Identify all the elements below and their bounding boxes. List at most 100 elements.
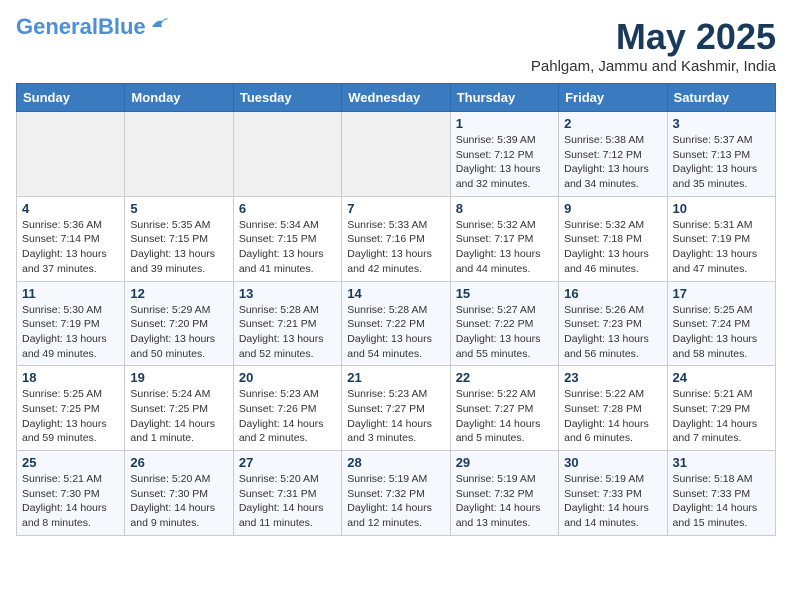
calendar-day-cell xyxy=(342,112,450,197)
day-info: Sunrise: 5:21 AM Sunset: 7:30 PM Dayligh… xyxy=(22,472,119,531)
day-info: Sunrise: 5:31 AM Sunset: 7:19 PM Dayligh… xyxy=(673,218,770,277)
day-number: 27 xyxy=(239,455,336,470)
day-info: Sunrise: 5:27 AM Sunset: 7:22 PM Dayligh… xyxy=(456,303,553,362)
day-number: 3 xyxy=(673,116,770,131)
calendar-day-cell: 25 Sunrise: 5:21 AM Sunset: 7:30 PM Dayli… xyxy=(17,451,125,536)
day-number: 16 xyxy=(564,286,661,301)
day-info: Sunrise: 5:30 AM Sunset: 7:19 PM Dayligh… xyxy=(22,303,119,362)
day-number: 22 xyxy=(456,370,553,385)
day-number: 15 xyxy=(456,286,553,301)
day-info: Sunrise: 5:19 AM Sunset: 7:32 PM Dayligh… xyxy=(347,472,444,531)
calendar-day-cell: 9Sunrise: 5:32 AM Sunset: 7:18 PM Daylig… xyxy=(559,196,667,281)
calendar-table: SundayMondayTuesdayWednesdayThursdayFrid… xyxy=(16,83,776,536)
weekday-header-tuesday: Tuesday xyxy=(233,84,341,112)
page-header: GeneralBlue May 2025 Pahlgam, Jammu and … xyxy=(16,16,776,75)
logo-text: GeneralBlue xyxy=(16,16,146,38)
calendar-week-row: 4Sunrise: 5:36 AM Sunset: 7:14 PM Daylig… xyxy=(17,196,776,281)
calendar-day-cell: 12 Sunrise: 5:29 AM Sunset: 7:20 PM Dayli… xyxy=(125,281,233,366)
calendar-day-cell: 8 Sunrise: 5:32 AM Sunset: 7:17 PM Daylig… xyxy=(450,196,558,281)
day-number: 12 xyxy=(130,286,227,301)
calendar-day-cell: 21Sunrise: 5:23 AM Sunset: 7:27 PM Dayli… xyxy=(342,366,450,451)
logo-bird-icon xyxy=(148,13,170,35)
calendar-week-row: 18 Sunrise: 5:25 AM Sunset: 7:25 PM Dayli… xyxy=(17,366,776,451)
day-info: Sunrise: 5:18 AM Sunset: 7:33 PM Dayligh… xyxy=(673,472,770,531)
day-info: Sunrise: 5:39 AM Sunset: 7:12 PM Dayligh… xyxy=(456,133,553,192)
calendar-day-cell: 22 Sunrise: 5:22 AM Sunset: 7:27 PM Dayli… xyxy=(450,366,558,451)
weekday-header-saturday: Saturday xyxy=(667,84,775,112)
day-info: Sunrise: 5:34 AM Sunset: 7:15 PM Dayligh… xyxy=(239,218,336,277)
calendar-week-row: 1Sunrise: 5:39 AM Sunset: 7:12 PM Daylig… xyxy=(17,112,776,197)
calendar-day-cell: 6 Sunrise: 5:34 AM Sunset: 7:15 PM Daylig… xyxy=(233,196,341,281)
day-info: Sunrise: 5:24 AM Sunset: 7:25 PM Dayligh… xyxy=(130,387,227,446)
day-number: 24 xyxy=(673,370,770,385)
calendar-day-cell xyxy=(233,112,341,197)
location: Pahlgam, Jammu and Kashmir, India xyxy=(531,58,776,75)
calendar-day-cell xyxy=(17,112,125,197)
day-info: Sunrise: 5:35 AM Sunset: 7:15 PM Dayligh… xyxy=(130,218,227,277)
day-number: 17 xyxy=(673,286,770,301)
calendar-day-cell: 20Sunrise: 5:23 AM Sunset: 7:26 PM Dayli… xyxy=(233,366,341,451)
day-info: Sunrise: 5:38 AM Sunset: 7:12 PM Dayligh… xyxy=(564,133,661,192)
day-number: 5 xyxy=(130,201,227,216)
logo: GeneralBlue xyxy=(16,16,170,38)
day-number: 8 xyxy=(456,201,553,216)
day-number: 11 xyxy=(22,286,119,301)
calendar-day-cell: 10Sunrise: 5:31 AM Sunset: 7:19 PM Dayli… xyxy=(667,196,775,281)
calendar-day-cell: 14 Sunrise: 5:28 AM Sunset: 7:22 PM Dayli… xyxy=(342,281,450,366)
day-info: Sunrise: 5:19 AM Sunset: 7:33 PM Dayligh… xyxy=(564,472,661,531)
title-block: May 2025 Pahlgam, Jammu and Kashmir, Ind… xyxy=(531,16,776,75)
calendar-week-row: 25 Sunrise: 5:21 AM Sunset: 7:30 PM Dayli… xyxy=(17,451,776,536)
day-number: 31 xyxy=(673,455,770,470)
day-number: 26 xyxy=(130,455,227,470)
calendar-day-cell: 13Sunrise: 5:28 AM Sunset: 7:21 PM Dayli… xyxy=(233,281,341,366)
calendar-day-cell: 28 Sunrise: 5:19 AM Sunset: 7:32 PM Dayli… xyxy=(342,451,450,536)
day-info: Sunrise: 5:28 AM Sunset: 7:22 PM Dayligh… xyxy=(347,303,444,362)
day-number: 23 xyxy=(564,370,661,385)
calendar-day-cell: 23Sunrise: 5:22 AM Sunset: 7:28 PM Dayli… xyxy=(559,366,667,451)
calendar-day-cell: 5 Sunrise: 5:35 AM Sunset: 7:15 PM Daylig… xyxy=(125,196,233,281)
calendar-day-cell: 19Sunrise: 5:24 AM Sunset: 7:25 PM Dayli… xyxy=(125,366,233,451)
calendar-day-cell: 4Sunrise: 5:36 AM Sunset: 7:14 PM Daylig… xyxy=(17,196,125,281)
day-info: Sunrise: 5:23 AM Sunset: 7:27 PM Dayligh… xyxy=(347,387,444,446)
weekday-header-monday: Monday xyxy=(125,84,233,112)
day-number: 28 xyxy=(347,455,444,470)
calendar-day-cell: 7 Sunrise: 5:33 AM Sunset: 7:16 PM Daylig… xyxy=(342,196,450,281)
day-number: 18 xyxy=(22,370,119,385)
calendar-day-cell: 1Sunrise: 5:39 AM Sunset: 7:12 PM Daylig… xyxy=(450,112,558,197)
day-number: 29 xyxy=(456,455,553,470)
day-info: Sunrise: 5:25 AM Sunset: 7:24 PM Dayligh… xyxy=(673,303,770,362)
day-info: Sunrise: 5:29 AM Sunset: 7:20 PM Dayligh… xyxy=(130,303,227,362)
day-number: 7 xyxy=(347,201,444,216)
calendar-day-cell: 15 Sunrise: 5:27 AM Sunset: 7:22 PM Dayli… xyxy=(450,281,558,366)
day-info: Sunrise: 5:21 AM Sunset: 7:29 PM Dayligh… xyxy=(673,387,770,446)
calendar-day-cell: 24 Sunrise: 5:21 AM Sunset: 7:29 PM Dayli… xyxy=(667,366,775,451)
calendar-day-cell: 31 Sunrise: 5:18 AM Sunset: 7:33 PM Dayli… xyxy=(667,451,775,536)
weekday-header-thursday: Thursday xyxy=(450,84,558,112)
day-info: Sunrise: 5:33 AM Sunset: 7:16 PM Dayligh… xyxy=(347,218,444,277)
calendar-day-cell xyxy=(125,112,233,197)
day-info: Sunrise: 5:37 AM Sunset: 7:13 PM Dayligh… xyxy=(673,133,770,192)
day-number: 30 xyxy=(564,455,661,470)
weekday-header-wednesday: Wednesday xyxy=(342,84,450,112)
day-info: Sunrise: 5:19 AM Sunset: 7:32 PM Dayligh… xyxy=(456,472,553,531)
calendar-day-cell: 17 Sunrise: 5:25 AM Sunset: 7:24 PM Dayli… xyxy=(667,281,775,366)
calendar-day-cell: 2Sunrise: 5:38 AM Sunset: 7:12 PM Daylig… xyxy=(559,112,667,197)
day-info: Sunrise: 5:36 AM Sunset: 7:14 PM Dayligh… xyxy=(22,218,119,277)
day-info: Sunrise: 5:32 AM Sunset: 7:17 PM Dayligh… xyxy=(456,218,553,277)
day-number: 6 xyxy=(239,201,336,216)
day-number: 25 xyxy=(22,455,119,470)
calendar-body: 1Sunrise: 5:39 AM Sunset: 7:12 PM Daylig… xyxy=(17,112,776,536)
calendar-day-cell: 3 Sunrise: 5:37 AM Sunset: 7:13 PM Daylig… xyxy=(667,112,775,197)
day-info: Sunrise: 5:25 AM Sunset: 7:25 PM Dayligh… xyxy=(22,387,119,446)
weekday-header-row: SundayMondayTuesdayWednesdayThursdayFrid… xyxy=(17,84,776,112)
weekday-header-friday: Friday xyxy=(559,84,667,112)
weekday-header-sunday: Sunday xyxy=(17,84,125,112)
day-info: Sunrise: 5:26 AM Sunset: 7:23 PM Dayligh… xyxy=(564,303,661,362)
calendar-day-cell: 11 Sunrise: 5:30 AM Sunset: 7:19 PM Dayli… xyxy=(17,281,125,366)
day-info: Sunrise: 5:22 AM Sunset: 7:27 PM Dayligh… xyxy=(456,387,553,446)
day-number: 14 xyxy=(347,286,444,301)
day-number: 13 xyxy=(239,286,336,301)
day-number: 9 xyxy=(564,201,661,216)
calendar-week-row: 11 Sunrise: 5:30 AM Sunset: 7:19 PM Dayli… xyxy=(17,281,776,366)
calendar-day-cell: 26Sunrise: 5:20 AM Sunset: 7:30 PM Dayli… xyxy=(125,451,233,536)
